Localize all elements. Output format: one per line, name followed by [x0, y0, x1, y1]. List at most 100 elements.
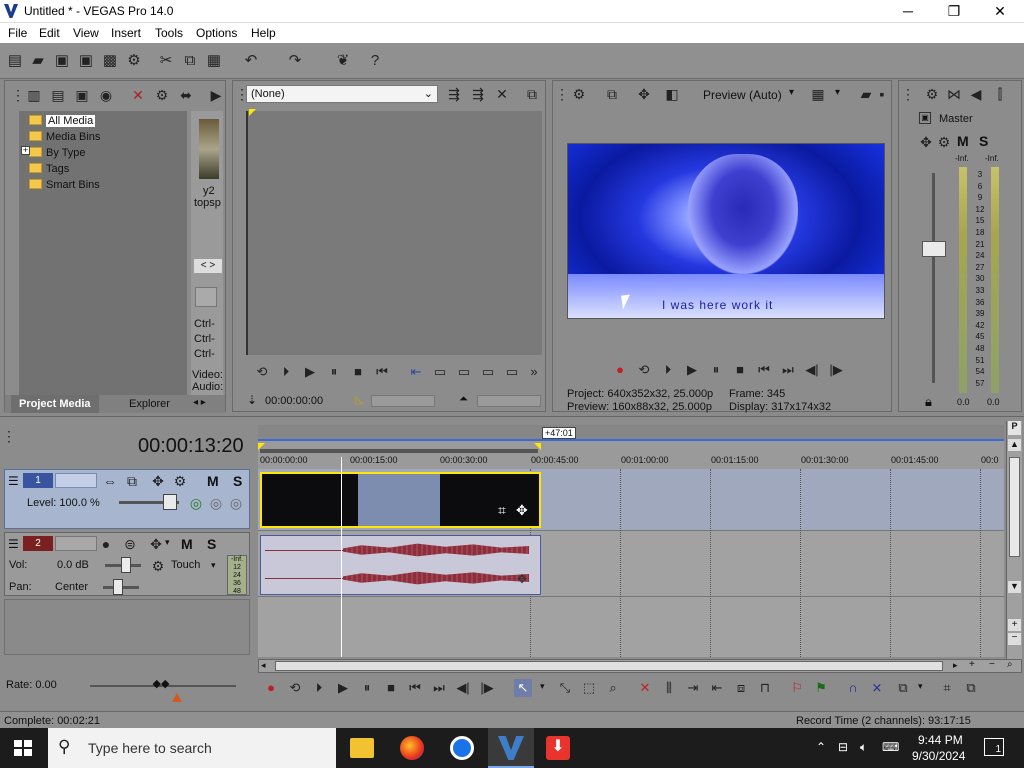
taskbar-vegas-button[interactable]	[488, 728, 534, 768]
vol-slider-thumb[interactable]	[121, 557, 131, 573]
track-collapse-icon[interactable]: ☰	[8, 537, 19, 551]
track-motion-icon[interactable]: ✥	[147, 535, 165, 553]
solo-button[interactable]: S	[207, 536, 216, 552]
region-icon[interactable]: ⚑	[812, 679, 830, 697]
firefox-icon[interactable]	[400, 736, 424, 760]
menu-help[interactable]: Help	[251, 26, 276, 40]
region-icon[interactable]: ⏶	[459, 393, 468, 406]
zoom-tool-icon[interactable]: ⌕	[604, 679, 622, 697]
tracks-area[interactable]: ⌗ ✥ ✥	[258, 457, 1004, 657]
more-icon[interactable]: ▪	[873, 85, 891, 103]
audio-event[interactable]: ✥	[260, 535, 541, 595]
menu-edit[interactable]: Edit	[39, 26, 60, 40]
playhead[interactable]	[341, 457, 342, 657]
thumb-nav[interactable]: < >	[194, 259, 222, 273]
rate-slider-thumb[interactable]: ◆◆	[148, 677, 174, 691]
add-icon[interactable]: ▭	[431, 363, 449, 381]
remove-icon[interactable]: ✕	[493, 85, 511, 103]
undo-icon[interactable]: ↶	[242, 52, 260, 70]
zoom-in-icon[interactable]: +	[969, 659, 975, 670]
paste-icon[interactable]: ▦	[205, 52, 223, 70]
new-icon[interactable]: ▤	[6, 52, 24, 70]
windows-start-icon[interactable]	[14, 740, 32, 756]
expand-toggle[interactable]: +	[21, 146, 30, 155]
play-from-start-icon[interactable]: ⏵	[310, 679, 328, 697]
next-frame-icon[interactable]: |▶	[827, 361, 845, 379]
track-collapse-icon[interactable]: ☰	[8, 474, 19, 488]
more-icon[interactable]: »	[525, 363, 543, 381]
trimmer-slider[interactable]	[477, 395, 541, 407]
zoom-out-icon[interactable]: −	[1008, 633, 1021, 645]
ripple-edit-icon[interactable]: ⧉	[894, 679, 912, 697]
loop-icon[interactable]: ⟲	[253, 363, 271, 381]
file-explorer-icon[interactable]	[350, 738, 374, 758]
compositing-icon[interactable]: ✥	[149, 472, 167, 490]
selection-tool-icon[interactable]: ⬚	[580, 679, 598, 697]
scroll-up-icon[interactable]: ▲	[1008, 439, 1021, 451]
automation-mode[interactable]: Touch	[171, 559, 200, 571]
maximize-button[interactable]: ❐	[931, 0, 977, 23]
chevron-down-icon[interactable]: ▾	[789, 87, 794, 98]
speaker-icon[interactable]: ◀	[967, 85, 985, 103]
chevron-down-icon[interactable]: ▾	[918, 681, 923, 692]
track-name-field[interactable]	[55, 536, 97, 551]
copy-icon[interactable]: ⧉	[181, 52, 199, 70]
vertical-scroll-thumb[interactable]	[1009, 457, 1020, 557]
copy-window-icon[interactable]: ⧉	[523, 85, 541, 103]
overlays-icon[interactable]: ▦	[809, 85, 827, 103]
nav-left-icon[interactable]: <	[201, 260, 207, 271]
time-ruler[interactable]: +47:01 00:00:00:00 00:00:15:00 00:00:30:…	[258, 425, 1004, 473]
delete-icon[interactable]: ✕	[636, 679, 654, 697]
menu-view[interactable]: View	[73, 26, 99, 40]
lock-icon[interactable]: 🔒︎	[925, 394, 932, 410]
play-icon[interactable]: ▶	[207, 86, 225, 104]
tab-project-media[interactable]: Project Media	[11, 395, 99, 413]
add-to-timeline-icon[interactable]: ⇤	[407, 363, 425, 381]
help-icon[interactable]: ?	[366, 52, 384, 70]
volume-icon[interactable]: 🔈︎	[860, 740, 867, 755]
clock-time[interactable]: 9:44 PM	[918, 733, 963, 747]
chevron-down-icon[interactable]: ▾	[540, 681, 545, 692]
audio-track-header[interactable]: ☰ 2 ● ⊜ ✥ ▾ M S Vol: 0.0 dB ⚙ Touch ▾ Pa…	[4, 532, 250, 596]
fx-icon[interactable]: ⚙	[153, 86, 171, 104]
network-icon[interactable]: ⊟	[838, 740, 848, 754]
pause-icon[interactable]: ⏸	[325, 363, 343, 381]
track-fx-icon[interactable]: ⧉	[123, 472, 141, 490]
gear-icon[interactable]: ⚙	[935, 133, 953, 151]
chevron-down-icon[interactable]: ▾	[835, 87, 840, 98]
prev-frame-icon[interactable]: ◀|	[803, 361, 821, 379]
trim-start-icon[interactable]: ⇥	[684, 679, 702, 697]
play-icon[interactable]: ▶	[301, 363, 319, 381]
video-track-header[interactable]: ☰ 1 ⇔ ⧉ ✥ ⚙ M S Level: 100.0 % ◎ ◎ ◎	[4, 469, 250, 529]
properties-icon[interactable]: ⚙	[125, 52, 143, 70]
scroll-right-icon[interactable]: ▸	[953, 660, 958, 671]
chevron-up-icon[interactable]: ⌃	[816, 740, 826, 754]
envelope-tool-icon[interactable]: ⤡	[556, 679, 574, 697]
input-icon[interactable]: ⌨	[882, 740, 899, 754]
play-icon[interactable]: ▶	[683, 361, 701, 379]
open-icon[interactable]: ▰	[29, 52, 47, 70]
event-pan-crop-icon[interactable]: ⌗	[938, 679, 956, 697]
gear-icon[interactable]: ⚙	[923, 85, 941, 103]
gear-icon[interactable]: ⚙	[149, 557, 167, 575]
loop-icon[interactable]: ⟲	[286, 679, 304, 697]
render-icon[interactable]: ▩	[101, 52, 119, 70]
lock-icon[interactable]: ⊓	[756, 679, 774, 697]
play-icon[interactable]: ▶	[334, 679, 352, 697]
download-manager-icon[interactable]: ⬇	[546, 736, 570, 760]
go-end-icon[interactable]: ⏭	[779, 361, 797, 379]
preview-video-frame[interactable]: I was here work it	[567, 143, 885, 319]
normal-edit-tool-icon[interactable]: ↖	[514, 679, 532, 697]
tree-media-bins[interactable]: Media Bins	[29, 129, 189, 145]
next-frame-icon[interactable]: |▶	[478, 679, 496, 697]
loop-region[interactable]	[260, 449, 538, 453]
horizontal-scrollbar[interactable]: ◂ ▸ + − ⌕	[258, 659, 1022, 673]
menu-insert[interactable]: Insert	[111, 26, 141, 40]
marker-p-icon[interactable]: P	[1008, 421, 1021, 435]
mixer-icon[interactable]: ⫿	[991, 85, 1009, 103]
solo-button[interactable]: S	[233, 473, 242, 489]
go-end-icon[interactable]: ⏭	[430, 679, 448, 697]
tree-all-media[interactable]: All Media	[29, 113, 189, 129]
trimmer-select[interactable]: (None) ⌄	[246, 85, 438, 103]
horizontal-scroll-thumb[interactable]	[275, 661, 943, 671]
